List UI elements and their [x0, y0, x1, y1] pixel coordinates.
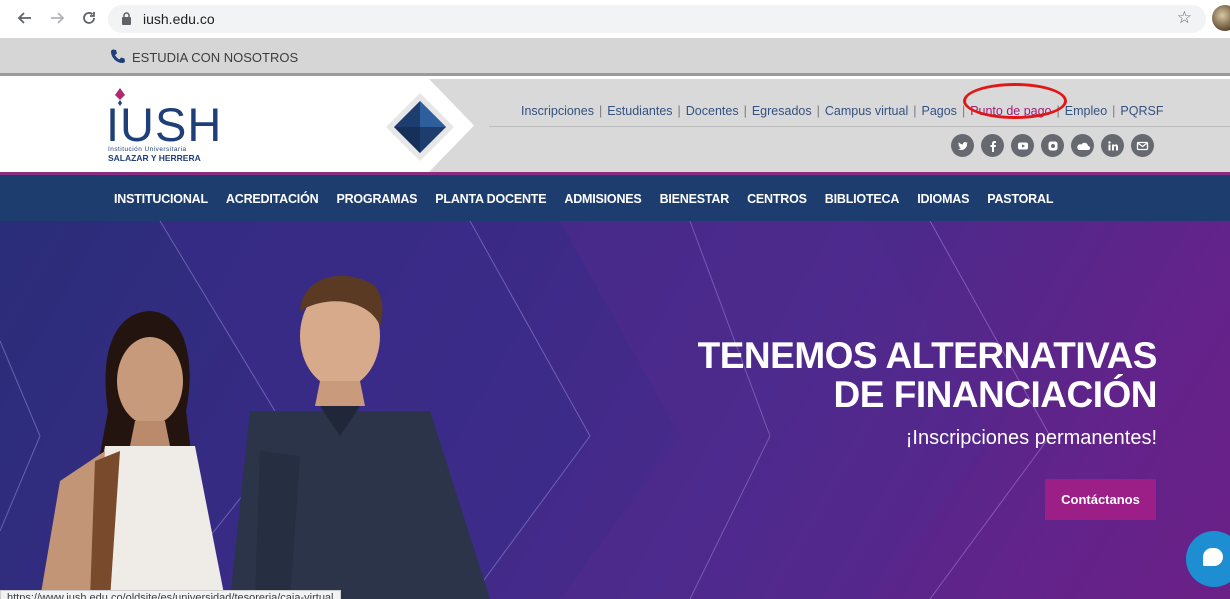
linkedin-icon[interactable]: [1101, 134, 1124, 157]
utility-bar: ESTUDIA CON NOSOTROS: [0, 38, 1230, 76]
soundcloud-icon[interactable]: [1071, 134, 1094, 157]
address-bar[interactable]: iush.edu.co ☆: [108, 5, 1206, 33]
nav-idiomas[interactable]: IDIOMAS: [917, 192, 969, 206]
link-status-bar: https://www.iush.edu.co/oldsite/es/unive…: [0, 590, 341, 599]
link-campus-virtual[interactable]: Campus virtual: [825, 104, 908, 118]
browser-toolbar: iush.edu.co ☆: [0, 0, 1230, 38]
hero-subtitle: ¡Inscripciones permanentes!: [905, 427, 1157, 449]
iush-logo[interactable]: IUSH Institución Universitaria SALAZAR Y…: [106, 87, 226, 163]
nav-centros[interactable]: CENTROS: [747, 192, 807, 206]
forward-arrow-icon[interactable]: [46, 7, 68, 29]
separator: |: [743, 104, 747, 118]
link-pagos[interactable]: Pagos: [921, 104, 956, 118]
separator: |: [816, 104, 820, 118]
separator: |: [913, 104, 917, 118]
study-with-us-label: ESTUDIA CON NOSOTROS: [132, 50, 299, 65]
mail-icon[interactable]: [1131, 134, 1154, 157]
contact-button[interactable]: Contáctanos: [1045, 479, 1156, 520]
logo-wordmark: IUSH: [106, 98, 223, 151]
lock-icon: [121, 12, 132, 30]
separator: |: [1112, 104, 1116, 118]
chat-bubble-icon: [1203, 548, 1223, 566]
facebook-icon[interactable]: [981, 134, 1004, 157]
nav-pastoral[interactable]: PASTORAL: [987, 192, 1053, 206]
nav-institucional[interactable]: INSTITUCIONAL: [114, 192, 208, 206]
nav-bienestar[interactable]: BIENESTAR: [660, 192, 730, 206]
nav-biblioteca[interactable]: BIBLIOTECA: [825, 192, 900, 206]
annotation-highlight-ellipse: [963, 83, 1067, 119]
header-divider: [489, 126, 1230, 127]
twitter-icon[interactable]: [951, 134, 974, 157]
nav-acreditacion[interactable]: ACREDITACIÓN: [226, 192, 319, 206]
separator: |: [677, 104, 681, 118]
social-icons: [951, 134, 1154, 157]
hero-title-line-1: TENEMOS ALTERNATIVAS: [697, 335, 1158, 376]
diamond-emblem-icon: [386, 93, 454, 161]
link-estudiantes[interactable]: Estudiantes: [607, 104, 672, 118]
study-with-us-link[interactable]: ESTUDIA CON NOSOTROS: [110, 48, 298, 67]
phone-icon: [110, 48, 126, 67]
reload-icon[interactable]: [78, 7, 100, 29]
students-photo: [40, 275, 490, 599]
back-arrow-icon[interactable]: [14, 7, 36, 29]
nav-admisiones[interactable]: ADMISIONES: [564, 192, 641, 206]
link-empleo[interactable]: Empleo: [1065, 104, 1107, 118]
hero-title-line-2: DE FINANCIACIÓN: [833, 374, 1158, 415]
nav-planta-docente[interactable]: PLANTA DOCENTE: [435, 192, 546, 206]
bookmark-star-icon[interactable]: ☆: [1177, 8, 1192, 28]
url-text: iush.edu.co: [143, 11, 215, 27]
youtube-icon[interactable]: [1011, 134, 1034, 157]
nav-programas[interactable]: PROGRAMAS: [336, 192, 417, 206]
hero-banner: TENEMOS ALTERNATIVAS DE FINANCIACIÓN ¡In…: [0, 221, 1230, 599]
link-pqrsf[interactable]: PQRSF: [1120, 104, 1163, 118]
hero-title: TENEMOS ALTERNATIVAS DE FINANCIACIÓN: [697, 335, 1158, 415]
link-docentes[interactable]: Docentes: [686, 104, 739, 118]
top-links-nav: Inscripciones | Estudiantes | Docentes |…: [521, 104, 1163, 118]
logo-line-1: Institución Universitaria: [108, 146, 187, 153]
logo-line-2: SALAZAR Y HERRERA: [108, 153, 201, 163]
profile-avatar[interactable]: [1212, 5, 1230, 31]
link-egresados[interactable]: Egresados: [752, 104, 812, 118]
link-inscripciones[interactable]: Inscripciones: [521, 104, 594, 118]
instagram-icon[interactable]: [1041, 134, 1064, 157]
separator: |: [598, 104, 603, 118]
main-navigation: INSTITUCIONAL ACREDITACIÓN PROGRAMAS PLA…: [0, 172, 1230, 221]
